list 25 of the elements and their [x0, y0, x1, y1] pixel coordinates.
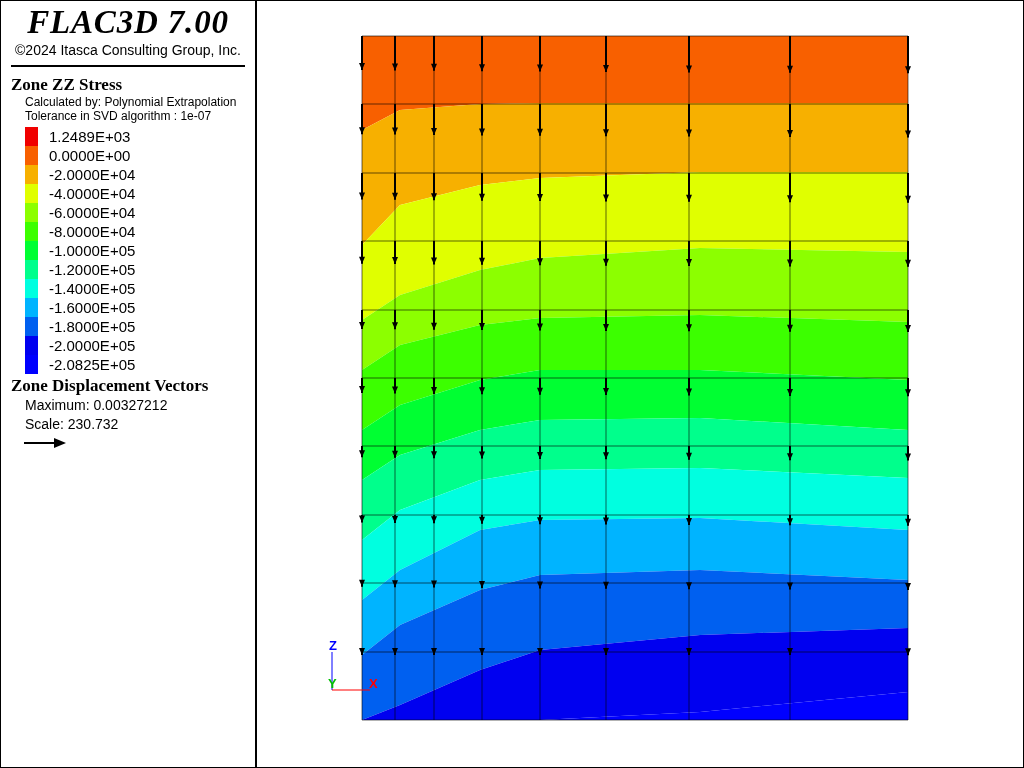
- legend-value: -2.0000E+04: [49, 166, 136, 183]
- app-title: FLAC3D 7.00: [26, 3, 230, 41]
- legend-value: -2.0000E+05: [49, 337, 136, 354]
- legend-title: Zone ZZ Stress: [11, 75, 124, 95]
- legend-value: -1.8000E+05: [49, 318, 136, 335]
- legend-value: -8.0000E+04: [49, 223, 136, 240]
- legend-value: -4.0000E+04: [49, 185, 136, 202]
- axis-label: X: [369, 676, 378, 691]
- copyright-text: ©2024 Itasca Consulting Group, Inc.: [14, 41, 242, 59]
- vectors-title: Zone Displacement Vectors: [11, 376, 210, 396]
- axis-label: Y: [328, 676, 337, 691]
- legend-value: -1.0000E+05: [49, 242, 136, 259]
- axis-label: Z: [329, 638, 337, 653]
- legend-note: Calculated by: Polynomial Extrapolation: [24, 95, 238, 109]
- legend-value: -1.4000E+05: [49, 280, 136, 297]
- legend-value: 1.2489E+03: [49, 128, 131, 145]
- vector-info: Scale: 230.732: [24, 415, 120, 434]
- legend-value: -2.0825E+05: [49, 356, 136, 373]
- legend-value: 0.0000E+00: [49, 147, 131, 164]
- legend-value: -1.6000E+05: [49, 299, 136, 316]
- legend-value: -1.2000E+05: [49, 261, 136, 278]
- arrow-icon: [24, 438, 66, 448]
- legend-note: Tolerance in SVD algorithm : 1e-07: [24, 109, 213, 123]
- vector-info: Maximum: 0.00327212: [24, 396, 169, 415]
- legend-value: -6.0000E+04: [49, 204, 136, 221]
